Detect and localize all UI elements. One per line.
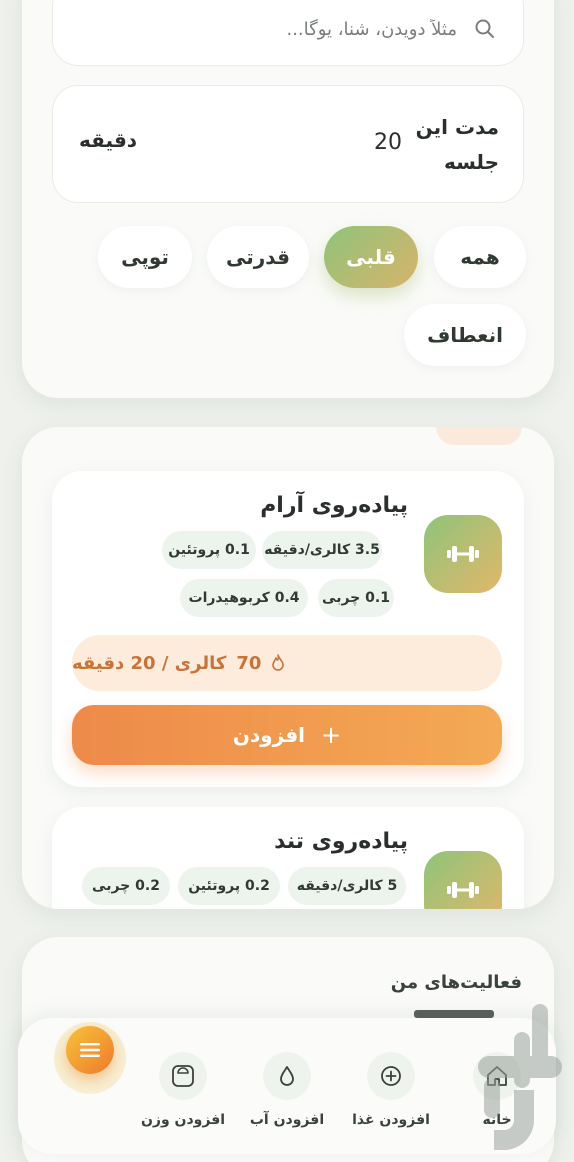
activity-icon-tile — [424, 851, 502, 909]
filter-chip-all[interactable]: همه — [434, 226, 526, 288]
menu-button[interactable] — [66, 1026, 114, 1074]
water-drop-icon — [280, 1066, 294, 1086]
menu-icon — [80, 1043, 100, 1057]
search-icon — [475, 19, 494, 38]
filter-chip-cardio[interactable]: قلبی — [324, 226, 418, 288]
stat-pill: 0.4 کربوهیدرات — [180, 579, 308, 617]
stat-pill: 3.5 کالری/دقیقه — [262, 531, 382, 569]
duration-box: مدت این جلسه 20 دقیقه — [52, 85, 524, 203]
stat-pill: 5 کالری/دقیقه — [288, 867, 406, 905]
calorie-text: کالری / 20 دقیقه — [72, 652, 227, 674]
activity-card: پیاده‌روی آرام 3.5 کالری/دقیقه 0.1 پروتئ… — [52, 471, 524, 787]
flame-icon — [272, 654, 285, 671]
calorie-summary: 70 کالری / 20 دقیقه — [72, 635, 502, 691]
activity-title: پیاده‌روی آرام — [260, 493, 408, 518]
scale-icon — [172, 1065, 194, 1087]
filter-chip-flexibility[interactable]: انعطاف — [404, 304, 526, 366]
add-button-label: افزودن — [232, 723, 306, 747]
filter-chip-ball[interactable]: توپی — [98, 226, 192, 288]
nav-add-water[interactable]: افزودن آب — [242, 1052, 332, 1128]
plus-icon: + — [321, 721, 342, 749]
search-box[interactable] — [52, 0, 524, 66]
nav-label: افزودن آب — [249, 1112, 325, 1128]
stat-pill: 0.2 چربی — [82, 867, 170, 905]
stat-pill: 0.1 پروتئین — [162, 531, 256, 569]
previous-item-peek — [436, 427, 522, 445]
add-activity-button[interactable]: + افزودن — [72, 705, 502, 765]
activity-icon-tile — [424, 515, 502, 593]
nav-label: افزودن وزن — [140, 1112, 226, 1128]
duration-unit: دقیقه — [79, 128, 138, 152]
nav-label: افزودن غذا — [352, 1112, 430, 1128]
plus-circle-icon — [381, 1066, 401, 1086]
nav-add-food[interactable]: افزودن غذا — [346, 1052, 436, 1128]
stat-pill: 0.1 چربی — [318, 579, 394, 617]
stat-pill: 0.2 پروتئین — [178, 867, 280, 905]
my-activities-title: فعالیت‌های من — [390, 972, 522, 993]
activity-title: پیاده‌روی تند — [274, 829, 408, 854]
activity-list-panel[interactable]: پیاده‌روی آرام 3.5 کالری/دقیقه 0.1 پروتئ… — [22, 427, 554, 909]
search-input[interactable] — [157, 17, 457, 41]
dumbbell-icon — [447, 546, 479, 562]
duration-input[interactable]: 20 — [353, 130, 423, 155]
filter-chip-strength[interactable]: قدرتی — [207, 226, 309, 288]
store-watermark-logo — [478, 1004, 562, 1150]
calorie-number: 70 — [236, 652, 262, 674]
dumbbell-icon — [447, 882, 479, 898]
nav-add-weight[interactable]: افزودن وزن — [138, 1052, 228, 1128]
activity-card: پیاده‌روی تند 5 کالری/دقیقه 0.2 پروتئین … — [52, 807, 524, 909]
